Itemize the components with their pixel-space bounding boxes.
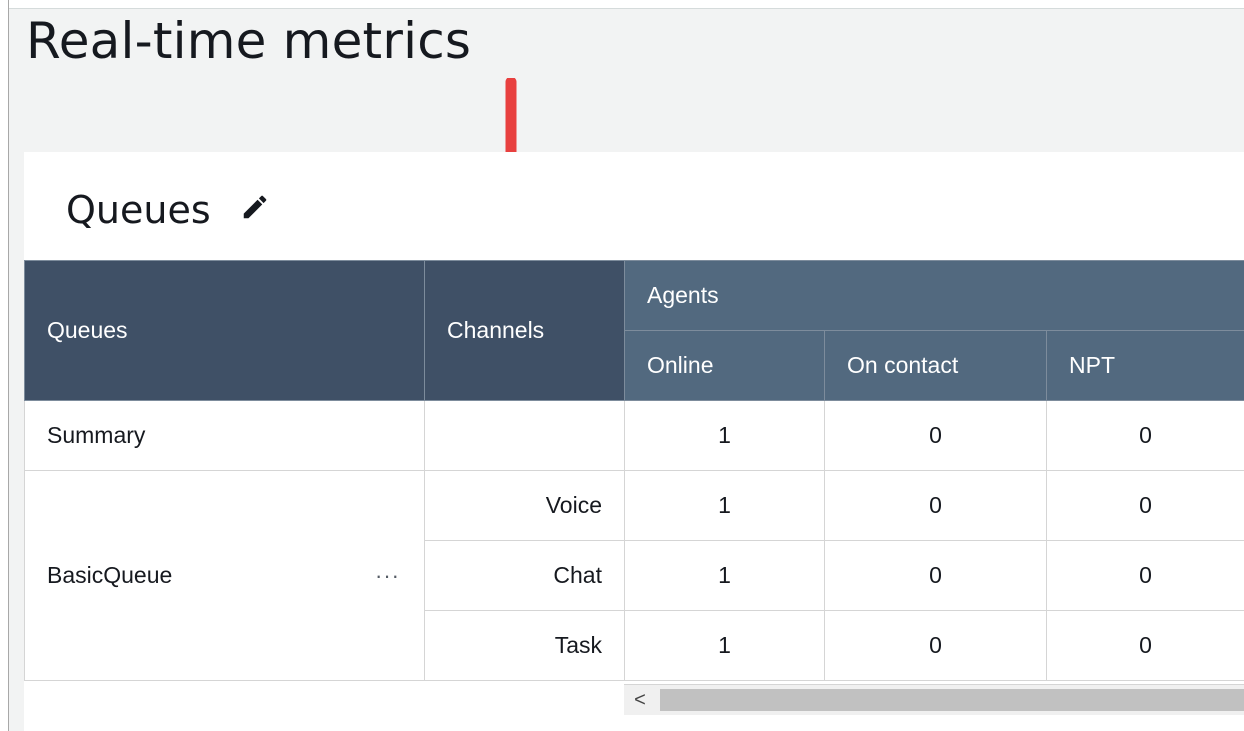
column-header-online[interactable]: Online: [624, 330, 825, 401]
queue-name-cell: BasicQueue ···: [24, 470, 425, 681]
on-contact-value: 0: [824, 610, 1047, 681]
channel-cell: Task: [424, 610, 625, 681]
online-value: 1: [624, 540, 825, 611]
on-contact-value: 0: [824, 400, 1047, 471]
npt-value: 0: [1045, 400, 1244, 471]
table-row-summary: Summary 1 0 0: [24, 400, 1244, 471]
column-group-agents: Agents: [623, 260, 1244, 331]
page-title: Real-time metrics: [26, 12, 472, 70]
table-row: BasicQueue ··· Voice 1 0 0: [24, 470, 1244, 681]
pencil-icon[interactable]: [240, 192, 270, 222]
column-header-on-contact[interactable]: On contact: [824, 330, 1047, 401]
column-header-channels[interactable]: Channels: [424, 260, 625, 401]
channel-cell: [424, 400, 625, 471]
npt-value: 0: [1045, 610, 1244, 681]
on-contact-value: 0: [824, 540, 1047, 611]
npt-value: 0: [1045, 470, 1244, 541]
window-left-edge: [0, 0, 9, 731]
horizontal-scrollbar[interactable]: <: [624, 684, 1244, 715]
channel-cell: Chat: [424, 540, 625, 611]
metrics-table: Queues Channels Agents Online On contact…: [24, 260, 1244, 681]
column-header-npt[interactable]: NPT: [1045, 330, 1244, 401]
online-value: 1: [624, 400, 825, 471]
on-contact-value: 0: [824, 470, 1047, 541]
scroll-left-arrow-icon[interactable]: <: [624, 685, 656, 715]
column-header-queues[interactable]: Queues: [24, 260, 425, 401]
scrollbar-thumb[interactable]: [660, 689, 1244, 711]
card-title: Queues: [66, 188, 211, 232]
npt-value: 0: [1045, 540, 1244, 611]
ellipsis-icon[interactable]: ···: [375, 563, 400, 589]
queue-name: Summary: [24, 400, 425, 471]
queues-card: Queues Queues Channels Agents Online On …: [24, 152, 1244, 731]
window-top-edge: [0, 0, 1244, 9]
channel-cell: Voice: [424, 470, 625, 541]
online-value: 1: [624, 610, 825, 681]
online-value: 1: [624, 470, 825, 541]
queue-name[interactable]: BasicQueue: [47, 562, 172, 588]
